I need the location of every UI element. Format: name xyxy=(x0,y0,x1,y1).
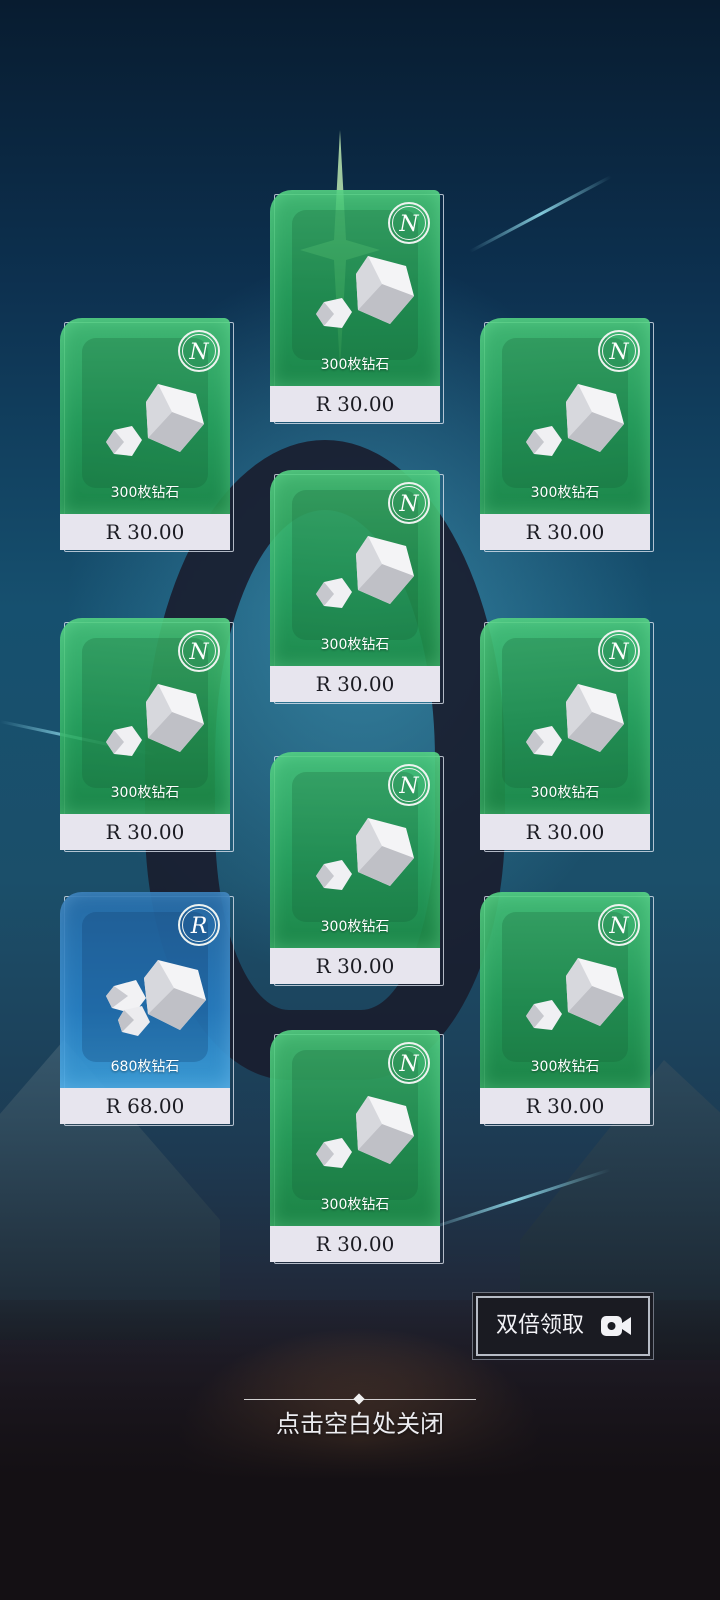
reward-price: R 30.00 xyxy=(60,514,230,550)
reward-price: R 30.00 xyxy=(270,666,440,702)
reward-card[interactable]: N 300枚钻石 R 30.00 xyxy=(480,318,654,552)
svg-text:N: N xyxy=(608,340,629,365)
rarity-badge-icon: N xyxy=(598,330,640,372)
reward-quantity: 300枚钻石 xyxy=(110,785,180,801)
reward-price: R 30.00 xyxy=(480,814,650,850)
reward-card[interactable]: N 300枚钻石 R 30.00 xyxy=(60,618,234,852)
rarity-badge-icon: N xyxy=(388,1042,430,1084)
reward-quantity: 300枚钻石 xyxy=(530,1059,600,1075)
divider-diamond-icon xyxy=(353,1393,365,1405)
reward-card[interactable]: N 300枚钻石 R 30.00 xyxy=(270,470,444,704)
reward-price: R 30.00 xyxy=(270,386,440,422)
reward-price: R 68.00 xyxy=(60,1088,230,1124)
reward-card[interactable]: N 300枚钻石 R 30.00 xyxy=(270,1030,444,1264)
diamond-bundle-icon xyxy=(316,256,414,328)
reward-popup-screen[interactable]: N 300枚钻石 R 30.00 N 300枚钻石 R 30.00 N 300枚钻石 R 30.… xyxy=(0,0,720,1600)
diamond-bundle-icon xyxy=(526,958,624,1030)
reward-card[interactable]: N 300枚钻石 R 30.00 xyxy=(270,752,444,986)
rarity-badge-icon: R xyxy=(178,904,220,946)
svg-text:N: N xyxy=(608,914,629,939)
svg-text:N: N xyxy=(398,1052,419,1077)
svg-text:R: R xyxy=(190,914,208,939)
reward-quantity: 300枚钻石 xyxy=(110,485,180,501)
video-camera-icon xyxy=(601,1316,631,1336)
svg-text:N: N xyxy=(608,640,629,665)
card-body: R 680枚钻石 xyxy=(60,892,230,1088)
reward-quantity: 300枚钻石 xyxy=(530,485,600,501)
diamond-bundle-icon xyxy=(106,684,204,756)
diamond-bundle-icon xyxy=(106,960,206,1036)
reward-price: R 30.00 xyxy=(480,1088,650,1124)
card-body: N 300枚钻石 xyxy=(60,318,230,514)
close-hint-text: 点击空白处关闭 xyxy=(276,1410,444,1438)
reward-price: R 30.00 xyxy=(480,514,650,550)
card-body: N 300枚钻石 xyxy=(480,892,650,1088)
rarity-badge-icon: N xyxy=(598,904,640,946)
svg-text:N: N xyxy=(398,212,419,237)
reward-quantity: 300枚钻石 xyxy=(320,357,390,373)
svg-text:N: N xyxy=(188,640,209,665)
rarity-badge-icon: N xyxy=(388,482,430,524)
background-light-streak xyxy=(469,175,612,253)
reward-card[interactable]: N 300枚钻石 R 30.00 xyxy=(480,618,654,852)
rarity-badge-icon: N xyxy=(178,330,220,372)
close-hint[interactable]: 点击空白处关闭 xyxy=(230,1380,490,1440)
reward-price: R 30.00 xyxy=(270,948,440,984)
diamond-bundle-icon xyxy=(316,1096,414,1168)
card-body: N 300枚钻石 xyxy=(480,618,650,814)
reward-card[interactable]: N 300枚钻石 R 30.00 xyxy=(270,190,444,424)
svg-text:N: N xyxy=(398,492,419,517)
reward-quantity: 300枚钻石 xyxy=(530,785,600,801)
diamond-bundle-icon xyxy=(526,384,624,456)
card-body: N 300枚钻石 xyxy=(270,190,440,386)
reward-quantity: 300枚钻石 xyxy=(320,919,390,935)
rarity-badge-icon: N xyxy=(598,630,640,672)
rarity-badge-icon: N xyxy=(388,764,430,806)
card-body: N 300枚钻石 xyxy=(270,470,440,666)
diamond-bundle-icon xyxy=(526,684,624,756)
card-body: N 300枚钻石 xyxy=(270,752,440,948)
diamond-bundle-icon xyxy=(106,384,204,456)
reward-price: R 30.00 xyxy=(270,1226,440,1262)
reward-quantity: 300枚钻石 xyxy=(320,637,390,653)
double-claim-label: 双倍领取 xyxy=(496,1313,585,1338)
card-body: N 300枚钻石 xyxy=(270,1030,440,1226)
diamond-bundle-icon xyxy=(316,818,414,890)
reward-card[interactable]: N 300枚钻石 R 30.00 xyxy=(480,892,654,1126)
rarity-badge-icon: N xyxy=(388,202,430,244)
reward-card[interactable]: N 300枚钻石 R 30.00 xyxy=(60,318,234,552)
double-claim-button[interactable]: 双倍领取 xyxy=(476,1296,650,1356)
svg-text:N: N xyxy=(398,774,419,799)
reward-quantity: 680枚钻石 xyxy=(110,1059,180,1075)
reward-quantity: 300枚钻石 xyxy=(320,1197,390,1213)
svg-text:N: N xyxy=(188,340,209,365)
diamond-bundle-icon xyxy=(316,536,414,608)
card-body: N 300枚钻石 xyxy=(60,618,230,814)
card-body: N 300枚钻石 xyxy=(480,318,650,514)
rarity-badge-icon: N xyxy=(178,630,220,672)
reward-card[interactable]: R 680枚钻石 R 68.00 xyxy=(60,892,234,1126)
reward-price: R 30.00 xyxy=(60,814,230,850)
